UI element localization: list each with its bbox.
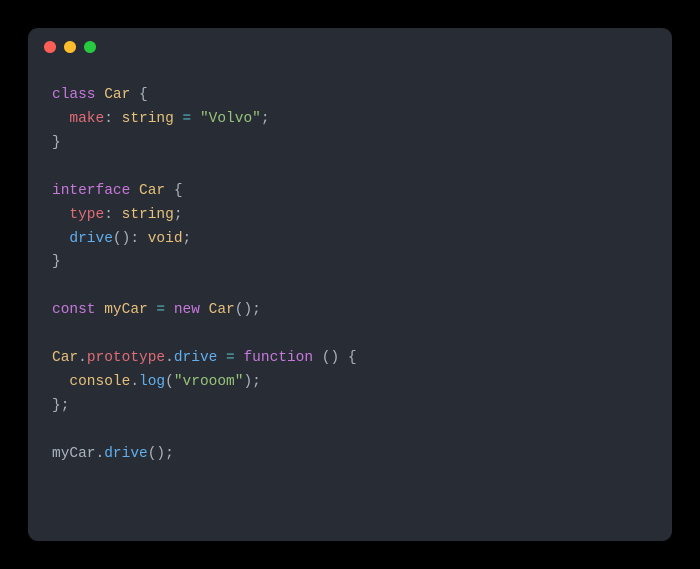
code-line: Car.prototype.drive = function () { bbox=[52, 350, 357, 366]
code-line: const myCar = new Car(); bbox=[52, 302, 261, 318]
code-window: class Car { make: string = "Volvo"; } in… bbox=[28, 28, 672, 541]
code-line: }; bbox=[52, 398, 69, 414]
code-line: class Car { bbox=[52, 87, 148, 103]
window-titlebar bbox=[28, 28, 672, 66]
code-line: myCar.drive(); bbox=[52, 446, 174, 462]
code-line: type: string; bbox=[52, 207, 183, 223]
maximize-icon[interactable] bbox=[84, 41, 96, 53]
code-editor: class Car { make: string = "Volvo"; } in… bbox=[28, 66, 672, 485]
code-line: } bbox=[52, 254, 61, 270]
code-line: } bbox=[52, 135, 61, 151]
code-line: make: string = "Volvo"; bbox=[52, 111, 270, 127]
close-icon[interactable] bbox=[44, 41, 56, 53]
code-line: interface Car { bbox=[52, 183, 183, 199]
code-line: console.log("vrooom"); bbox=[52, 374, 261, 390]
minimize-icon[interactable] bbox=[64, 41, 76, 53]
code-line: drive(): void; bbox=[52, 231, 191, 247]
